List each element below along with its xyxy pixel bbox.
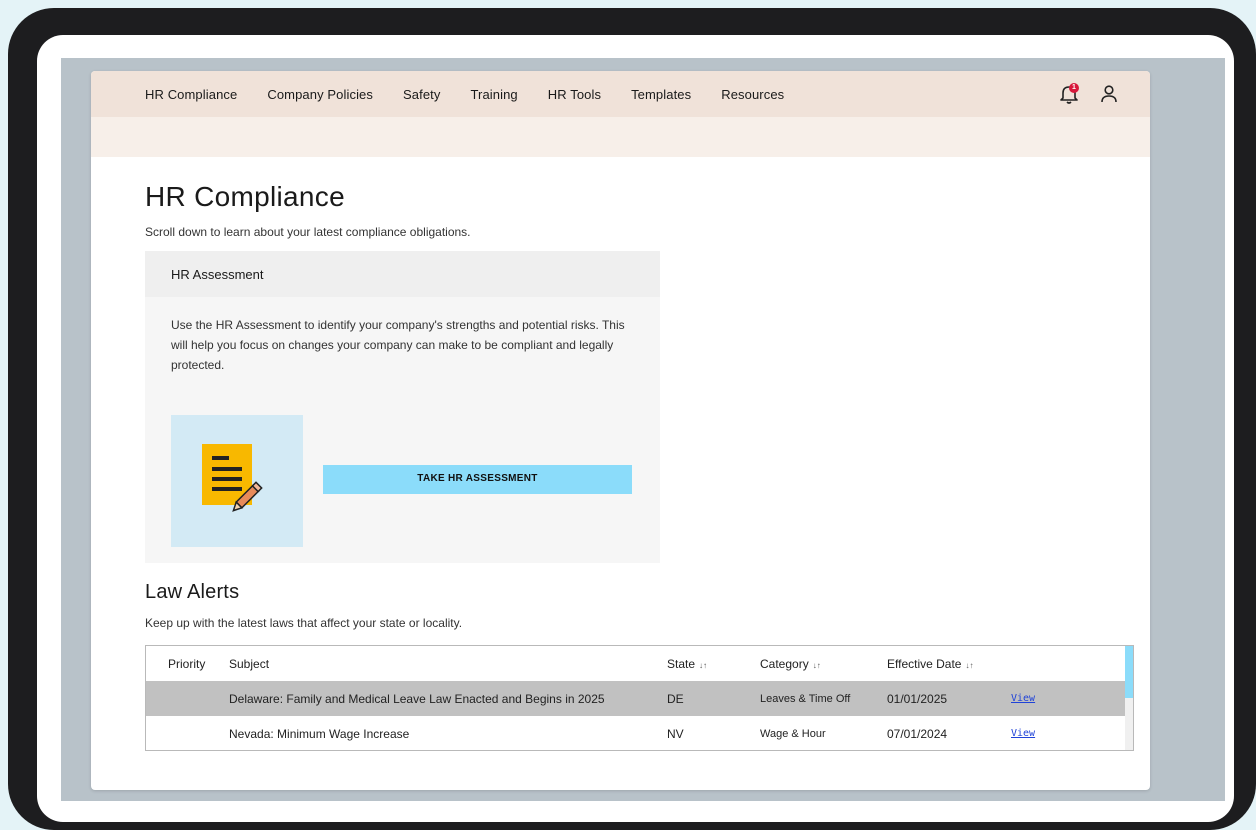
card-action-row: TAKE HR ASSESSMENT — [171, 415, 634, 547]
page-title: HR Compliance — [145, 181, 345, 212]
column-header-priority: Priority — [168, 656, 206, 671]
main-content: HR Compliance Scroll down to learn about… — [91, 157, 1150, 751]
nav-item-templates[interactable]: Templates — [631, 87, 691, 102]
column-header-category[interactable]: Category ↓↑ — [760, 657, 887, 671]
notification-badge: 1 — [1069, 83, 1079, 93]
device-screen: HR Compliance Company Policies Safety Tr… — [37, 35, 1234, 822]
table-header-row: Priority Subject State ↓↑ Category ↓↑ Effe… — [146, 646, 1133, 681]
card-header: HR Assessment — [145, 251, 660, 297]
device-frame: HR Compliance Company Policies Safety Tr… — [8, 8, 1256, 830]
sort-icon[interactable]: ↓↑ — [813, 661, 821, 670]
cell-subject: Delaware: Family and Medical Leave Law E… — [229, 691, 605, 706]
view-link[interactable]: View — [1011, 693, 1071, 704]
user-icon — [1101, 85, 1117, 103]
card-description: Use the HR Assessment to identify your c… — [171, 318, 625, 372]
cell-subject: Nevada: Minimum Wage Increase — [229, 726, 410, 741]
column-header-subject: Subject — [229, 656, 270, 671]
column-header-category-label: Category — [760, 656, 809, 671]
document-pencil-icon — [202, 444, 263, 512]
cell-effective-date: 07/01/2024 — [887, 726, 948, 741]
top-navigation: HR Compliance Company Policies Safety Tr… — [91, 71, 1150, 117]
law-alerts-title: Law Alerts — [145, 581, 240, 603]
account-button[interactable] — [1096, 81, 1122, 107]
table-row[interactable]: Nevada: Minimum Wage Increase NV Wage & … — [146, 716, 1133, 750]
column-header-state-label: State — [667, 656, 696, 671]
hr-assessment-card: HR Assessment Use the HR Assessment to i… — [145, 251, 660, 563]
cell-state: NV — [667, 726, 684, 741]
law-alerts-table: Priority Subject State ↓↑ Category ↓↑ Effe… — [145, 645, 1134, 751]
take-hr-assessment-button[interactable]: TAKE HR ASSESSMENT — [323, 464, 632, 494]
sort-icon[interactable]: ↓↑ — [699, 661, 707, 670]
scrollbar-thumb[interactable] — [1125, 646, 1133, 698]
nav-item-hr-compliance[interactable]: HR Compliance — [145, 87, 237, 102]
nav-item-hr-tools[interactable]: HR Tools — [548, 87, 601, 102]
app-window: HR Compliance Company Policies Safety Tr… — [91, 71, 1150, 790]
cell-effective-date: 01/01/2025 — [887, 691, 948, 706]
view-link[interactable]: View — [1011, 728, 1071, 739]
column-header-date-label: Effective Date — [887, 656, 962, 671]
nav-item-safety[interactable]: Safety — [403, 87, 440, 102]
nav-item-company-policies[interactable]: Company Policies — [267, 87, 373, 102]
table-scrollbar[interactable] — [1125, 646, 1133, 750]
secondary-bar — [91, 117, 1150, 157]
cell-category: Leaves & Time Off — [760, 692, 851, 705]
nav-item-resources[interactable]: Resources — [721, 87, 784, 102]
sort-icon[interactable]: ↓↑ — [965, 661, 973, 670]
assessment-illustration — [171, 415, 303, 547]
table-row[interactable]: Delaware: Family and Medical Leave Law E… — [146, 681, 1133, 716]
cell-state: DE — [667, 691, 684, 706]
page-subtitle: Scroll down to learn about your latest c… — [145, 225, 471, 239]
law-alerts-subtitle: Keep up with the latest laws that affect… — [145, 616, 463, 630]
column-header-state[interactable]: State ↓↑ — [667, 657, 760, 671]
column-header-effective-date[interactable]: Effective Date ↓↑ — [887, 657, 1011, 671]
card-body: Use the HR Assessment to identify your c… — [145, 297, 660, 547]
nav-item-training[interactable]: Training — [470, 87, 517, 102]
notifications-button[interactable]: 1 — [1056, 81, 1082, 107]
cell-category: Wage & Hour — [760, 727, 826, 740]
desktop-background: HR Compliance Company Policies Safety Tr… — [61, 58, 1225, 801]
